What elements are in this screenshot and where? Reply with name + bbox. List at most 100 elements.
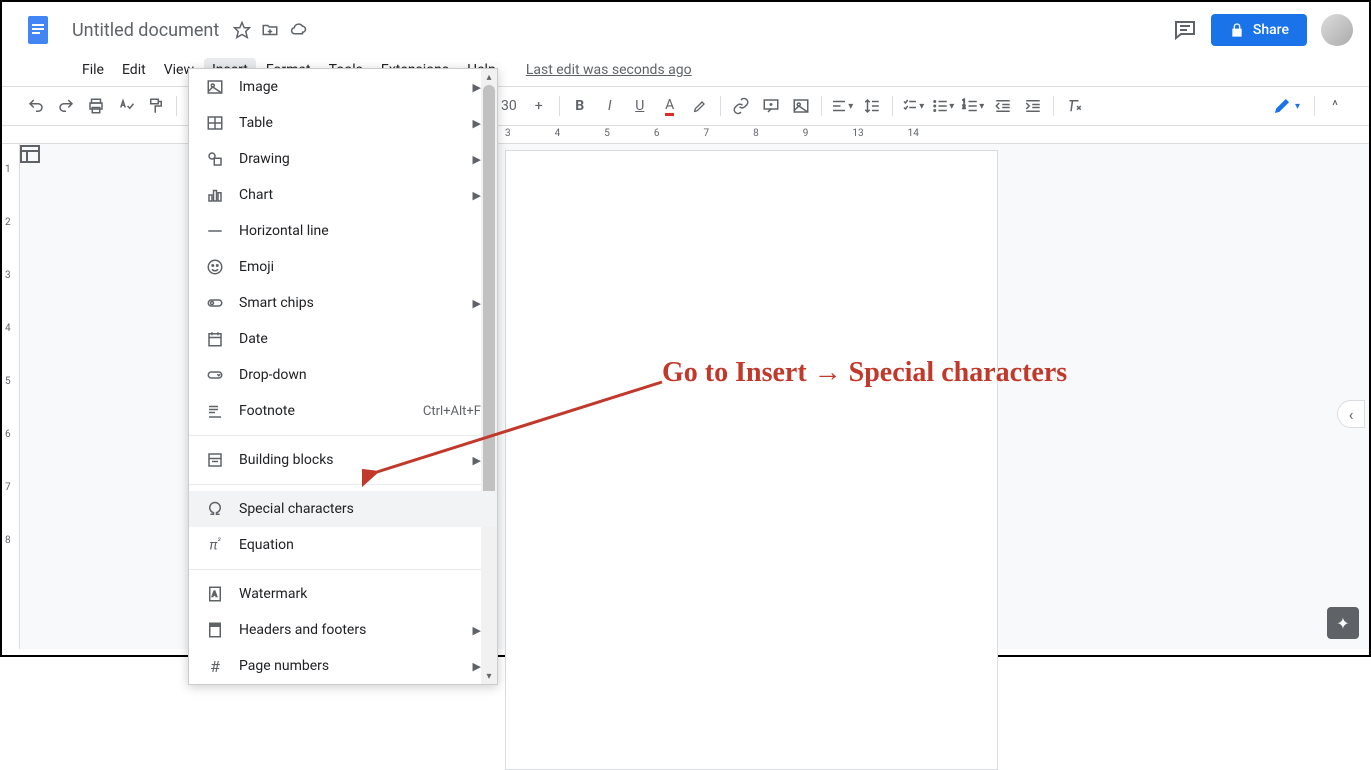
menu-file[interactable]: File bbox=[74, 58, 112, 82]
menu-item-label: Special characters bbox=[239, 501, 481, 517]
user-avatar[interactable] bbox=[1321, 14, 1353, 46]
menu-item-label: Equation bbox=[239, 537, 481, 553]
submenu-arrow-icon: ▶ bbox=[473, 189, 481, 202]
add-comment-button[interactable] bbox=[757, 92, 785, 120]
editing-mode-button[interactable]: ▾ bbox=[1265, 93, 1308, 119]
align-button[interactable]: ▾ bbox=[828, 92, 856, 120]
menu-edit[interactable]: Edit bbox=[114, 58, 154, 82]
equation-icon: π² bbox=[205, 535, 225, 555]
share-button[interactable]: Share bbox=[1211, 14, 1307, 46]
menu-item-label: Headers and footers bbox=[239, 622, 459, 638]
insert-image-button[interactable] bbox=[787, 92, 815, 120]
text-color-button[interactable]: A bbox=[656, 92, 684, 120]
print-button[interactable] bbox=[82, 92, 110, 120]
highlight-button[interactable] bbox=[686, 92, 714, 120]
bullet-list-button[interactable]: ▾ bbox=[929, 92, 957, 120]
insert-link-button[interactable] bbox=[727, 92, 755, 120]
emoji-icon bbox=[205, 257, 225, 277]
chart-icon bbox=[205, 185, 225, 205]
menu-item-label: Image bbox=[239, 79, 459, 95]
insert-menu-image[interactable]: Image ▶ bbox=[189, 69, 497, 105]
menu-item-label: Watermark bbox=[239, 586, 481, 602]
hide-menus-button[interactable]: ^ bbox=[1321, 92, 1349, 120]
insert-menu-chart[interactable]: Chart ▶ bbox=[189, 177, 497, 213]
blocks-icon bbox=[205, 450, 225, 470]
spellcheck-button[interactable] bbox=[112, 92, 140, 120]
underline-button[interactable]: U bbox=[626, 92, 654, 120]
insert-menu-page-numbers[interactable]: #Page numbers▶ bbox=[189, 648, 497, 684]
pagenum-icon: # bbox=[205, 656, 225, 676]
star-icon[interactable] bbox=[233, 21, 251, 39]
svg-text:A: A bbox=[212, 589, 217, 598]
paint-format-button[interactable] bbox=[142, 92, 170, 120]
image-icon bbox=[205, 77, 225, 97]
annotation-text: Go to Insert → Special characters bbox=[662, 357, 1067, 389]
header-icon bbox=[205, 620, 225, 640]
insert-menu-equation[interactable]: π² Equation bbox=[189, 527, 497, 563]
document-page[interactable] bbox=[505, 150, 998, 770]
menu-item-label: Chart bbox=[239, 187, 459, 203]
insert-menu-date[interactable]: Date bbox=[189, 321, 497, 357]
explore-button[interactable]: ✦ bbox=[1327, 607, 1359, 639]
menu-item-label: Drawing bbox=[239, 151, 459, 167]
bold-button[interactable]: B bbox=[566, 92, 594, 120]
share-label: Share bbox=[1253, 22, 1289, 38]
insert-menu-headers-and-footers[interactable]: Headers and footers ▶ bbox=[189, 612, 497, 648]
menu-item-label: Smart chips bbox=[239, 295, 459, 311]
submenu-arrow-icon: ▶ bbox=[473, 624, 481, 637]
insert-menu-drop-down[interactable]: Drop-down bbox=[189, 357, 497, 393]
submenu-arrow-icon: ▶ bbox=[473, 660, 481, 673]
cloud-icon[interactable] bbox=[289, 21, 307, 39]
numbered-list-button[interactable]: 12▾ bbox=[959, 92, 987, 120]
submenu-arrow-icon: ▶ bbox=[473, 81, 481, 94]
insert-menu-special-characters[interactable]: Special characters bbox=[189, 491, 497, 527]
side-panel-toggle[interactable]: ‹ bbox=[1337, 400, 1365, 428]
insert-menu-watermark[interactable]: A Watermark bbox=[189, 576, 497, 612]
document-title[interactable]: Untitled document bbox=[66, 18, 225, 43]
clear-formatting-button[interactable] bbox=[1060, 92, 1088, 120]
insert-menu-table[interactable]: Table ▶ bbox=[189, 105, 497, 141]
footnote-icon bbox=[205, 401, 225, 421]
insert-menu-drawing[interactable]: Drawing ▶ bbox=[189, 141, 497, 177]
submenu-arrow-icon: ▶ bbox=[473, 153, 481, 166]
drawing-icon bbox=[205, 149, 225, 169]
insert-menu-horizontal-line[interactable]: Horizontal line bbox=[189, 213, 497, 249]
submenu-arrow-icon: ▶ bbox=[473, 117, 481, 130]
italic-button[interactable]: I bbox=[596, 92, 624, 120]
chip-icon bbox=[205, 293, 225, 313]
zoom-value[interactable]: 30 bbox=[495, 98, 523, 114]
table-icon bbox=[205, 113, 225, 133]
menu-item-label: Date bbox=[239, 331, 481, 347]
dropdown-icon bbox=[205, 365, 225, 385]
move-icon[interactable] bbox=[261, 21, 279, 39]
zoom-increase[interactable]: + bbox=[525, 92, 553, 120]
redo-button[interactable] bbox=[52, 92, 80, 120]
decrease-indent-button[interactable] bbox=[989, 92, 1017, 120]
menu-item-label: Horizontal line bbox=[239, 223, 481, 239]
insert-menu-smart-chips[interactable]: Smart chips▶ bbox=[189, 285, 497, 321]
menu-item-label: Emoji bbox=[239, 259, 481, 275]
menu-item-label: Table bbox=[239, 115, 459, 131]
menu-item-label: Footnote bbox=[239, 403, 409, 419]
comments-icon[interactable] bbox=[1173, 18, 1197, 42]
line-spacing-button[interactable] bbox=[858, 92, 886, 120]
insert-menu-dropdown: ▴ ▾ Image▶Table▶Drawing▶Chart▶Horizontal… bbox=[188, 68, 498, 685]
watermark-icon: A bbox=[205, 584, 225, 604]
increase-indent-button[interactable] bbox=[1019, 92, 1047, 120]
outline-toggle-icon[interactable] bbox=[18, 142, 42, 166]
insert-menu-footnote[interactable]: FootnoteCtrl+Alt+F bbox=[189, 393, 497, 429]
last-edit-link[interactable]: Last edit was seconds ago bbox=[526, 62, 692, 78]
insert-menu-building-blocks[interactable]: Building blocks▶ bbox=[189, 442, 497, 478]
undo-button[interactable] bbox=[22, 92, 50, 120]
svg-text:2: 2 bbox=[963, 104, 966, 110]
hr-icon bbox=[205, 221, 225, 241]
menu-item-label: Building blocks bbox=[239, 452, 459, 468]
checklist-button[interactable]: ▾ bbox=[899, 92, 927, 120]
date-icon bbox=[205, 329, 225, 349]
omega-icon bbox=[205, 499, 225, 519]
lock-icon bbox=[1229, 22, 1245, 38]
vertical-ruler[interactable]: 1 2 3 4 5 6 7 8 bbox=[2, 144, 20, 649]
docs-logo[interactable] bbox=[18, 10, 58, 50]
insert-menu-emoji[interactable]: Emoji bbox=[189, 249, 497, 285]
menu-item-label: Drop-down bbox=[239, 367, 481, 383]
